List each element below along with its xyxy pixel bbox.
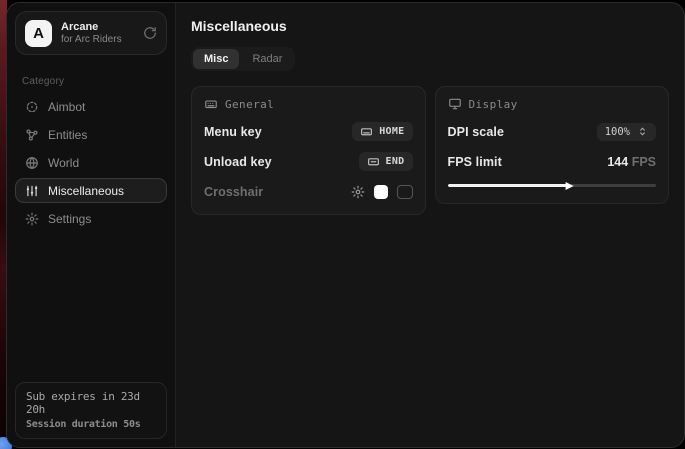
crosshair-color-swatch[interactable] (374, 185, 388, 199)
brand-card: A Arcane for Arc Riders (15, 11, 167, 55)
select-arrows-icon (637, 126, 648, 137)
fps-unit: FPS (632, 155, 656, 169)
panels-row: General Menu key HOME Unload key (191, 86, 669, 215)
monitor-icon (448, 97, 462, 111)
crosshair-label: Crosshair (204, 185, 263, 199)
fps-limit-value: 144 FPS (607, 155, 656, 169)
general-panel-header: General (204, 97, 413, 111)
tab-radar[interactable]: Radar (241, 49, 293, 69)
category-label: Category (22, 76, 160, 87)
menu-key-row: Menu key HOME (204, 122, 413, 141)
subscription-card: Sub expires in 23d 20h Session duration … (15, 382, 167, 439)
sidebar-item-entities[interactable]: Entities (15, 122, 167, 147)
sidebar-nav: Aimbot Entities World (7, 94, 175, 231)
tab-misc[interactable]: Misc (193, 49, 239, 69)
dpi-scale-row: DPI scale 100% (448, 122, 657, 141)
fps-slider-thumb[interactable] (566, 182, 574, 190)
tab-group: Misc Radar (191, 47, 295, 71)
sidebar-item-settings[interactable]: Settings (15, 206, 167, 231)
brand-text: Arcane for Arc Riders (61, 21, 122, 45)
unload-key-bind-button[interactable]: END (359, 152, 413, 171)
display-panel-header: Display (448, 97, 657, 111)
crosshair-settings-gear-icon[interactable] (351, 185, 365, 199)
dpi-scale-select[interactable]: 100% (597, 123, 656, 141)
keyboard-icon (204, 97, 218, 111)
display-panel: Display DPI scale 100% FPS limit (435, 86, 670, 204)
menu-key-label: Menu key (204, 125, 262, 139)
dpi-scale-value: 100% (605, 126, 630, 138)
display-panel-title: Display (469, 98, 518, 111)
sidebar-item-label: World (48, 156, 79, 170)
unload-key-label: Unload key (204, 155, 272, 169)
sidebar-item-miscellaneous[interactable]: Miscellaneous (15, 178, 167, 203)
crosshair-row: Crosshair (204, 182, 413, 201)
globe-icon (25, 156, 39, 170)
menu-key-bind-button[interactable]: HOME (352, 122, 412, 141)
menu-key-value: HOME (379, 126, 404, 137)
sidebar-item-label: Settings (48, 212, 91, 226)
keyboard-icon (367, 155, 380, 168)
app-subtitle: for Arc Riders (61, 34, 122, 45)
dpi-scale-label: DPI scale (448, 125, 505, 139)
session-duration-text: Session duration 50s (26, 419, 156, 430)
arcane-window: A Arcane for Arc Riders Category Aimbot (6, 2, 685, 448)
entities-icon (25, 128, 39, 142)
crosshair-icon (25, 100, 39, 114)
sidebar-item-label: Aimbot (48, 100, 85, 114)
crosshair-controls (351, 185, 413, 199)
fps-limit-row: FPS limit 144 FPS (448, 152, 657, 171)
sliders-icon (25, 184, 39, 198)
unload-key-row: Unload key END (204, 152, 413, 171)
crosshair-checkbox[interactable] (397, 185, 413, 199)
keyboard-icon (360, 125, 373, 138)
sidebar-item-aimbot[interactable]: Aimbot (15, 94, 167, 119)
app-logo: A (25, 20, 52, 47)
sidebar-item-label: Entities (48, 128, 87, 142)
fps-limit-slider[interactable] (448, 181, 657, 190)
sidebar-item-world[interactable]: World (15, 150, 167, 175)
gear-icon (25, 212, 39, 226)
general-panel-title: General (225, 98, 274, 111)
fps-slider-fill (448, 184, 569, 187)
app-name: Arcane (61, 21, 122, 33)
main-content: Miscellaneous Misc Radar General Menu ke… (176, 3, 684, 447)
refresh-icon[interactable] (143, 26, 157, 40)
slider-track (448, 184, 657, 187)
sidebar-item-label: Miscellaneous (48, 184, 124, 198)
sidebar: A Arcane for Arc Riders Category Aimbot (7, 3, 176, 447)
general-panel: General Menu key HOME Unload key (191, 86, 426, 215)
fps-number: 144 (607, 155, 628, 169)
unload-key-value: END (386, 156, 405, 167)
fps-limit-label: FPS limit (448, 155, 502, 169)
page-title: Miscellaneous (191, 18, 669, 34)
sub-expiry-text: Sub expires in 23d 20h (26, 390, 156, 416)
